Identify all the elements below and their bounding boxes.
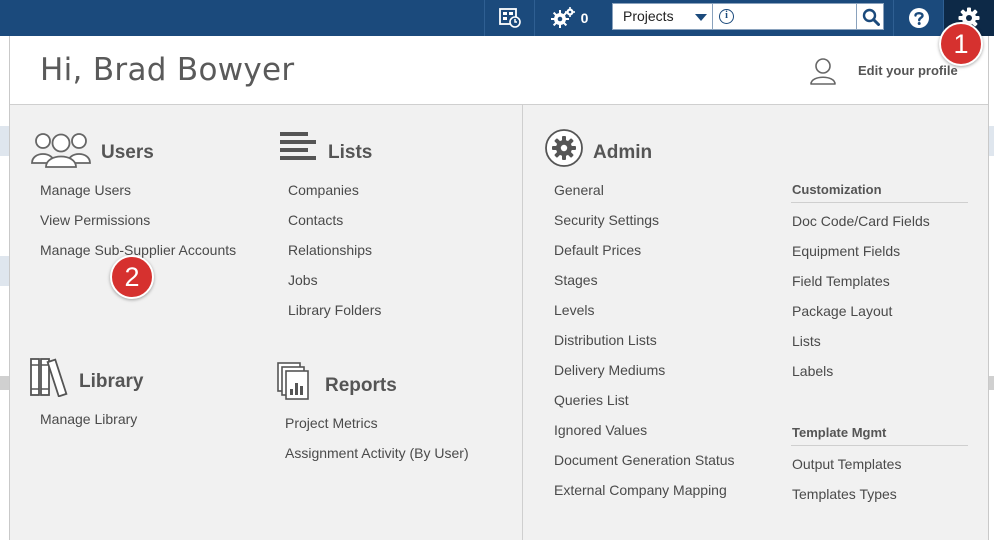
search-button[interactable] <box>856 4 884 29</box>
settings-dropdown-panel: Hi, Brad Bowyer Edit your profile Users … <box>9 36 989 540</box>
admin-queries-list-link[interactable]: Queries List <box>554 392 629 408</box>
package-layout-link[interactable]: Package Layout <box>792 303 892 319</box>
schedule-button[interactable] <box>484 0 534 36</box>
lists-icon <box>280 132 316 160</box>
output-templates-link[interactable]: Output Templates <box>792 456 901 472</box>
users-section-title: Users <box>101 142 154 163</box>
admin-security-settings-link[interactable]: Security Settings <box>554 212 659 228</box>
manage-library-link[interactable]: Manage Library <box>40 411 137 427</box>
admin-general-link[interactable]: General <box>554 182 604 198</box>
callout-badge-2: 2 <box>110 255 154 299</box>
help-icon <box>908 8 929 28</box>
customization-heading: Customization <box>792 182 882 197</box>
templates-types-link[interactable]: Templates Types <box>792 486 897 502</box>
admin-gear-icon <box>545 129 583 167</box>
admin-distribution-lists-link[interactable]: Distribution Lists <box>554 332 657 348</box>
profile-header: Hi, Brad Bowyer Edit your profile <box>10 36 988 105</box>
relationships-link[interactable]: Relationships <box>288 242 372 258</box>
help-button[interactable] <box>893 0 943 36</box>
reports-section-title: Reports <box>325 375 397 396</box>
top-navigation-bar: 0 Projects i <box>0 0 994 36</box>
lists-section-title: Lists <box>328 142 373 163</box>
admin-section-title: Admin <box>593 142 653 163</box>
library-books-icon <box>30 358 68 397</box>
admin-levels-link[interactable]: Levels <box>554 302 594 318</box>
project-metrics-link[interactable]: Project Metrics <box>285 415 378 431</box>
equipment-fields-link[interactable]: Equipment Fields <box>792 243 900 259</box>
labels-link[interactable]: Labels <box>792 363 833 379</box>
callout-badge-1: 1 <box>939 22 983 66</box>
search-box: Projects i <box>612 3 884 30</box>
contacts-link[interactable]: Contacts <box>288 212 343 228</box>
admin-default-prices-link[interactable]: Default Prices <box>554 242 641 258</box>
jobs-link[interactable]: Jobs <box>288 272 318 288</box>
template-mgmt-heading: Template Mgmt <box>792 425 887 440</box>
gears-icon <box>550 7 575 28</box>
admin-external-company-mapping-link[interactable]: External Company Mapping <box>554 482 727 498</box>
admin-ignored-values-link[interactable]: Ignored Values <box>554 422 647 438</box>
greeting-text: Hi, Brad Bowyer <box>40 52 295 88</box>
edit-profile-link[interactable]: Edit your profile <box>858 63 958 78</box>
library-folders-link[interactable]: Library Folders <box>288 302 381 318</box>
admin-delivery-mediums-link[interactable]: Delivery Mediums <box>554 362 665 378</box>
chevron-down-icon <box>695 14 707 21</box>
customization-divider <box>791 202 968 203</box>
admin-document-generation-status-link[interactable]: Document Generation Status <box>554 452 735 468</box>
template-mgmt-divider <box>791 445 968 446</box>
assignment-activity-link[interactable]: Assignment Activity (By User) <box>285 445 469 461</box>
search-input[interactable] <box>715 5 855 28</box>
search-icon <box>862 8 880 26</box>
customization-lists-link[interactable]: Lists <box>792 333 821 349</box>
background-jobs-button[interactable]: 0 <box>534 0 604 36</box>
column-divider <box>522 105 523 540</box>
library-section-title: Library <box>79 371 144 392</box>
search-scope-value: Projects <box>623 8 674 24</box>
manage-users-link[interactable]: Manage Users <box>40 182 131 198</box>
companies-link[interactable]: Companies <box>288 182 359 198</box>
user-profile-icon[interactable] <box>808 56 838 86</box>
jobs-count: 0 <box>580 10 589 26</box>
view-permissions-link[interactable]: View Permissions <box>40 212 150 228</box>
reports-icon <box>277 362 309 400</box>
field-templates-link[interactable]: Field Templates <box>792 273 890 289</box>
schedule-icon <box>498 8 521 28</box>
doc-code-card-fields-link[interactable]: Doc Code/Card Fields <box>792 213 930 229</box>
search-scope-select[interactable]: Projects <box>613 4 713 29</box>
admin-stages-link[interactable]: Stages <box>554 272 598 288</box>
users-icon <box>31 133 91 168</box>
